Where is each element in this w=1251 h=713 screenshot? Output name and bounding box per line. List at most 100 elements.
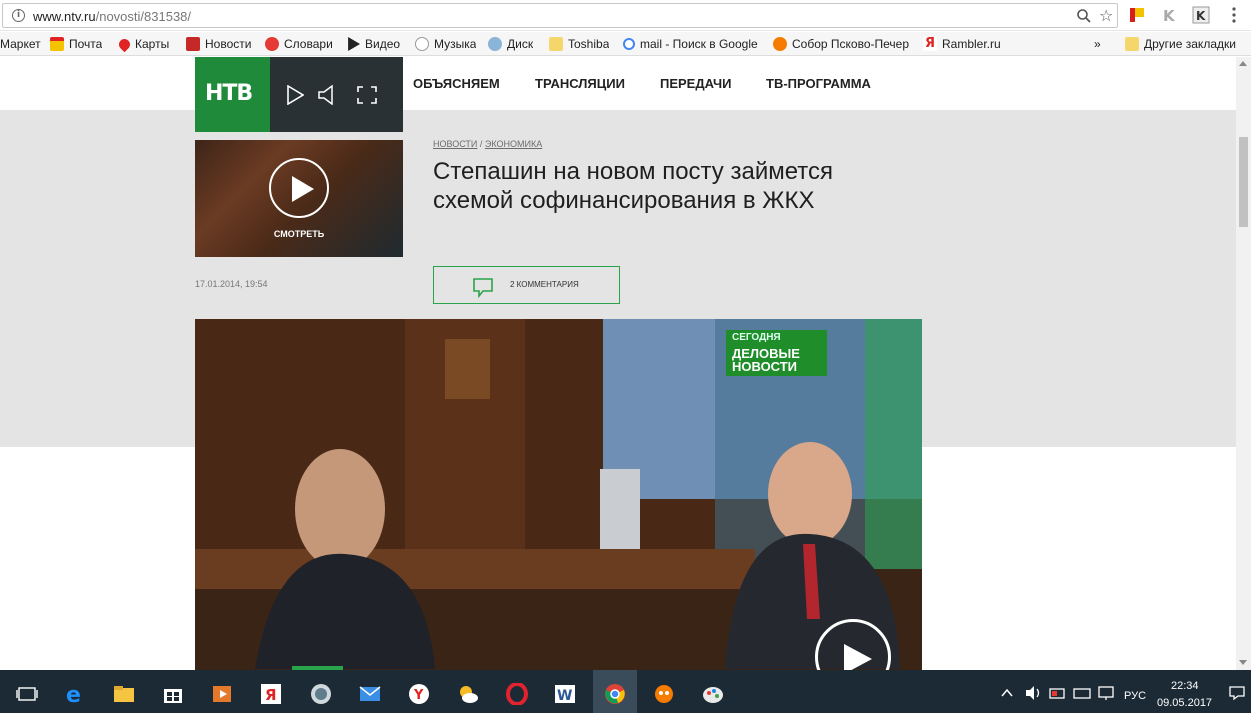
url-field[interactable]: i www.ntv.ru/novosti/831538/ ☆ [2,3,1118,28]
bookmark-label: Карты [135,37,170,51]
bookmark-label: Маркет [0,37,41,51]
scroll-thumb[interactable] [1239,137,1248,227]
play-icon [292,176,314,202]
game-app-icon[interactable] [653,683,675,705]
extension-flag-icon[interactable] [1128,6,1146,24]
main-video-player[interactable]: СЕГОДНЯ ДЕЛОВЫЕ НОВОСТИ [195,319,922,670]
live-mini-player[interactable] [270,57,403,132]
page-viewport: ОБЪЯСНЯЕМ ТРАНСЛЯЦИИ ПЕРЕДАЧИ ТВ-ПРОГРАМ… [0,57,1251,670]
folder-icon [1125,37,1139,51]
yandex-browser-icon[interactable]: Y [408,683,430,705]
scroll-up-icon[interactable] [1239,61,1247,66]
nav-broadcasts[interactable]: ТРАНСЛЯЦИИ [535,76,625,91]
nav-explain[interactable]: ОБЪЯСНЯЕМ [413,76,500,91]
extension-k-icon[interactable]: K [1192,6,1210,24]
video-icon [348,37,360,51]
ntv-logo[interactable]: НТВ [195,57,270,132]
comment-icon [473,278,493,298]
bookmark-label: Другие закладки [1144,37,1236,51]
breadcrumb-economy[interactable]: ЭКОНОМИКА [485,139,542,149]
bookmark-mail[interactable]: Почта [50,36,102,52]
url-text[interactable]: www.ntv.ru/novosti/831538/ [33,9,191,24]
bookmark-video[interactable]: Видео [346,36,400,52]
nav-tv-program[interactable]: ТВ-ПРОГРАММА [766,76,871,91]
channel-badge: СЕГОДНЯ ДЕЛОВЫЕ НОВОСТИ [726,330,827,376]
bookmark-dictionary[interactable]: Словари [265,36,333,52]
breadcrumb-news[interactable]: НОВОСТИ [433,139,477,149]
bookmark-music[interactable]: Музыка [415,36,476,52]
svg-text:W: W [557,688,572,704]
bookmark-disk[interactable]: Диск [488,36,533,52]
chrome-icon[interactable] [604,683,626,705]
info-icon[interactable]: i [12,9,25,22]
mail-app-icon[interactable] [359,683,381,705]
bookmark-label: Словари [284,37,333,51]
maps-icon [119,36,133,52]
extension-k-gray-icon[interactable]: K [1160,6,1178,24]
svg-text:Я: Я [265,686,277,704]
breadcrumb-separator: / [477,139,485,149]
paint-app-icon[interactable] [702,683,724,705]
zoom-icon[interactable] [1076,8,1092,24]
notifications-icon[interactable] [1229,685,1245,701]
url-host: www.ntv.ru [33,9,96,24]
bookmark-sobor[interactable]: Собор Псково-Печер [773,36,910,52]
bookmark-star-icon[interactable]: ☆ [1099,6,1113,25]
other-bookmarks[interactable]: Другие закладки [1125,36,1236,52]
overflow-chevron-icon: » [1094,37,1101,51]
svg-text:K: K [1196,9,1206,23]
nav-shows[interactable]: ПЕРЕДАЧИ [660,76,732,91]
bookmark-market[interactable]: Маркет [0,36,41,52]
store-icon[interactable] [162,683,184,705]
clock-time[interactable]: 22:34 [1171,680,1199,692]
svg-text:Y: Y [413,688,424,703]
battery-tray-icon[interactable] [1049,685,1067,701]
fullscreen-icon[interactable] [357,86,377,104]
menu-icon[interactable] [1225,6,1243,24]
clock-date[interactable]: 09.05.2017 [1157,697,1212,709]
yandex-app-icon[interactable]: Я [260,683,282,705]
windows-taskbar: e Я Y W РУС 22:34 09.05.2017 [0,670,1251,713]
bookmark-maps[interactable]: Карты [119,36,169,52]
mail-icon [50,37,64,51]
play-button[interactable] [269,158,329,218]
bookmark-label: mail - Поиск в Google [640,37,758,51]
scroll-down-icon[interactable] [1239,660,1247,665]
disk-app-icon[interactable] [310,683,332,705]
bookmark-google-search[interactable]: mail - Поиск в Google [623,36,760,52]
video-thumbnail[interactable]: СМОТРЕТЬ [195,140,403,257]
network-tray-icon[interactable] [1097,685,1115,701]
comments-button[interactable]: 2 КОММЕНТАРИЯ [433,266,620,304]
news-icon [186,37,200,51]
music-icon [415,37,429,51]
site-header: ОБЪЯСНЯЕМ ТРАНСЛЯЦИИ ПЕРЕДАЧИ ТВ-ПРОГРАМ… [0,57,1236,110]
bookmark-label: Toshiba [568,37,610,51]
edge-icon[interactable]: e [64,683,86,705]
bookmark-label: Музыка [434,37,477,51]
weather-app-icon[interactable] [457,683,479,705]
watch-label: СМОТРЕТЬ [273,229,325,239]
bookmark-news[interactable]: Новости [186,36,251,52]
bookmark-rambler[interactable]: Я Rambler.ru [923,36,1001,52]
keyboard-tray-icon[interactable] [1073,685,1091,701]
url-path: /novosti/831538/ [95,9,192,24]
media-player-icon[interactable] [211,683,233,705]
bookmark-toshiba[interactable]: Toshiba [549,36,609,52]
page-scrollbar[interactable] [1236,57,1251,670]
file-explorer-icon[interactable] [113,683,135,705]
word-icon[interactable]: W [554,683,576,705]
play-icon[interactable] [286,85,304,105]
volume-icon[interactable] [318,85,336,105]
language-indicator[interactable]: РУС [1124,690,1146,702]
opera-icon[interactable] [506,683,528,705]
article-title: Степашин на новом посту займется схемой … [433,158,833,214]
tray-chevron-icon[interactable] [1000,686,1014,700]
bookmark-label: Почта [69,37,103,51]
volume-tray-icon[interactable] [1025,685,1043,701]
bookmark-label: Собор Псково-Печер [792,37,909,51]
breadcrumb: НОВОСТИ / ЭКОНОМИКА [433,139,542,149]
bookmark-label: Rambler.ru [942,37,1001,51]
task-view-icon[interactable] [16,683,38,705]
bookmarks-overflow-button[interactable]: » [1094,36,1101,52]
svg-text:K: K [1163,7,1176,24]
